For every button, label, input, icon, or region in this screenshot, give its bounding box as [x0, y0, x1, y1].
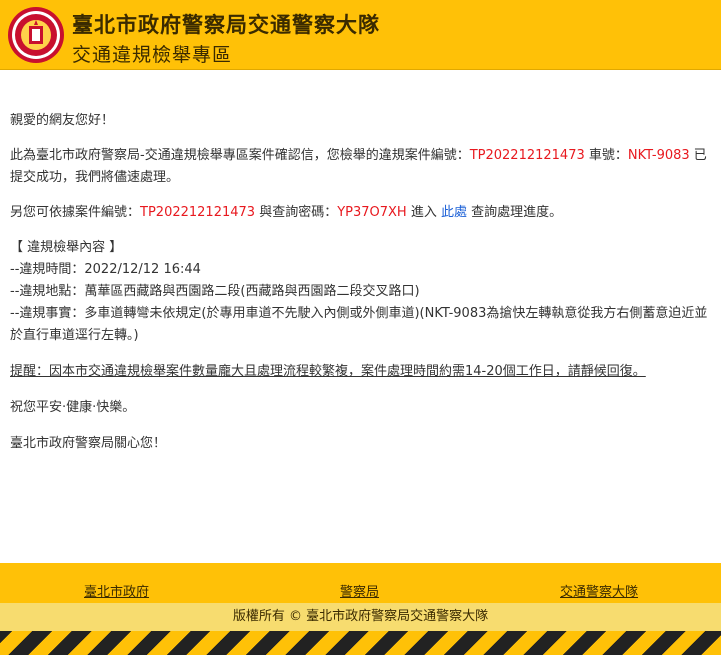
processing-notice: 提醒：因本市交通違規檢舉案件數量龐大且處理流程較繁複，案件處理時間約需14-20… [10, 364, 646, 379]
plate-label: 車號： [584, 148, 628, 163]
query-case-number: TP202212121473 [140, 205, 256, 220]
sign-text: 臺北市政府警察局關心您！ [10, 436, 167, 451]
query-text: 另您可依據案件編號：TP202212121473 與查詢密碼：YP37O7XH … [10, 202, 710, 224]
query-progress-link[interactable]: 此處 [441, 205, 467, 220]
violation-fact: --違規事實：多車道轉彎未依規定(於專用車道不先駛入內側或外側車道)(NKT-9… [10, 306, 708, 343]
query-enter: 進入 [406, 205, 441, 220]
footer-link-police-department[interactable]: 警察局 [340, 581, 379, 600]
page-header: 臺北市政府警察局交通警察大隊 交通違規檢舉專區 [0, 0, 721, 70]
plate-number: NKT-9083 [627, 148, 690, 163]
violation-time: --違規時間：2022/12/12 16:44 [10, 262, 201, 277]
confirm-text: 此為臺北市政府警察局-交通違規檢舉專區案件確認信，您檢舉的違規案件編號：TP20… [10, 145, 710, 189]
page-subtitle: 交通違規檢舉專區 [72, 44, 233, 66]
footer-link-city-government[interactable]: 臺北市政府 [84, 581, 149, 600]
hazard-stripes [0, 631, 721, 655]
confirm-prefix: 此為臺北市政府警察局-交通違規檢舉專區案件確認信，您檢舉的違規案件編號： [10, 148, 470, 163]
case-number: TP202212121473 [469, 148, 585, 163]
query-suffix: 查詢處理進度。 [467, 205, 563, 220]
police-badge-icon [8, 7, 64, 63]
copyright-text: 版權所有 © 臺北市政府警察局交通警察大隊 [0, 603, 721, 631]
wish-text: 祝您平安‧健康‧快樂。 [10, 400, 136, 415]
footer-link-traffic-division[interactable]: 交通警察大隊 [560, 581, 638, 600]
message-body: 親愛的網友您好！ 此為臺北市政府警察局-交通違規檢舉專區案件確認信，您檢舉的違規… [10, 110, 710, 455]
query-prefix: 另您可依據案件編號： [10, 205, 141, 220]
greeting-text: 親愛的網友您好！ [10, 113, 115, 128]
footer-links-bar: 臺北市政府 警察局 交通警察大隊 [0, 563, 721, 603]
section-title: 【 違規檢舉內容 】 [10, 240, 123, 255]
page-title: 臺北市政府警察局交通警察大隊 [72, 13, 380, 37]
violation-location: --違規地點：萬華區西藏路與西園路二段(西藏路與西園路二段交叉路口) [10, 284, 420, 299]
query-password: YP37O7XH [337, 205, 407, 220]
query-middle: 與查詢密碼： [255, 205, 338, 220]
